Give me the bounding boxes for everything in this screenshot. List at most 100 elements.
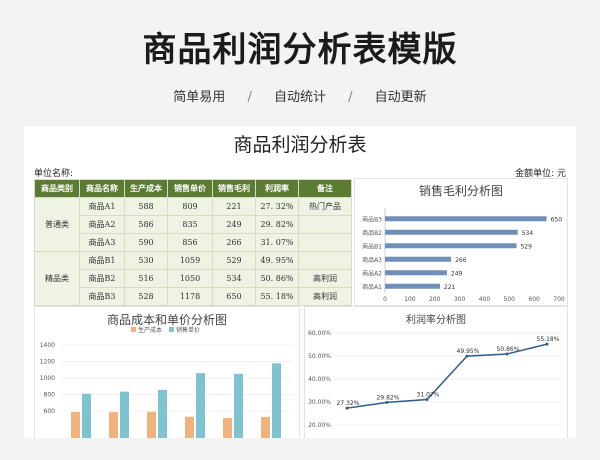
column-header: 销售毛利 bbox=[212, 179, 256, 198]
data-label: 27.32% bbox=[337, 400, 360, 407]
bar bbox=[82, 393, 91, 438]
unit-name-label: 单位名称: bbox=[34, 169, 74, 179]
profit-rate-line-chart: 60.00% 50.00% 40.00% 30.00% 20.00% 27.32% 29.8… bbox=[308, 330, 561, 429]
category-label: 商品A3 bbox=[362, 256, 382, 264]
table-row: 普通类 商品A1 588 809 221 27. 32% 热门产品 bbox=[34, 197, 352, 252]
data-label: 49.95% bbox=[457, 348, 480, 355]
cost-price-bar-chart: 生产成本 销售单价 1400 1200 1000 800 600 bbox=[40, 326, 293, 438]
bar bbox=[385, 270, 447, 276]
data-label: 50.86% bbox=[497, 346, 520, 353]
table-row: 商品B2 516 1050 534 50. 86% 高利润 bbox=[35, 269, 352, 288]
table-cell: 1050 bbox=[167, 269, 213, 288]
table-cell: 高利润 bbox=[298, 287, 352, 306]
bar bbox=[385, 283, 440, 289]
column-header: 商品名称 bbox=[79, 179, 125, 198]
page-title: 商品利润分析表模版 bbox=[142, 30, 458, 70]
table-cell: 809 bbox=[167, 197, 213, 216]
table-cell: 1178 bbox=[167, 287, 213, 306]
table-cell: 商品B1 bbox=[79, 251, 125, 270]
table-cell: 高利润 bbox=[298, 269, 352, 288]
feature-tag: 简单易用 bbox=[173, 90, 226, 105]
table-cell: 266 bbox=[212, 233, 256, 252]
bar bbox=[385, 256, 452, 262]
category-label: 商品A1 bbox=[362, 283, 382, 291]
table-cell: 商品A1 bbox=[79, 197, 125, 216]
table-row: 商品B3 528 1178 650 55. 18% 高利润 bbox=[35, 287, 352, 306]
tick-label: 300 bbox=[454, 296, 466, 303]
table-cell: 534 bbox=[212, 269, 256, 288]
data-label: 221 bbox=[444, 284, 456, 291]
tick-label: 200 bbox=[429, 296, 441, 303]
table-cell: 商品B2 bbox=[79, 269, 125, 288]
table-row: 商品A3 590 856 266 31. 07% bbox=[35, 233, 352, 252]
category-label: 商品A2 bbox=[362, 269, 382, 277]
profit-rate-chart-panel: 利润率分析图 60.00% 50.00% 40.00% 30.00% 20.00% 27.… bbox=[304, 306, 568, 438]
data-label: 31.07% bbox=[417, 392, 440, 399]
data-label: 534 bbox=[522, 230, 534, 237]
tick-label: 1400 bbox=[40, 342, 55, 349]
table-cell: 商品B3 bbox=[79, 287, 125, 306]
bar bbox=[385, 216, 547, 222]
tag-separator: / bbox=[348, 90, 353, 105]
table-cell: 50. 86% bbox=[255, 269, 299, 288]
data-label: 266 bbox=[455, 257, 467, 264]
table-row: 精品类 商品B1 530 1059 529 49. 95% bbox=[34, 251, 352, 306]
category-label: 商品B2 bbox=[362, 229, 382, 237]
table-cell: 650 bbox=[212, 287, 256, 306]
bar bbox=[158, 389, 167, 438]
table-cell: 516 bbox=[124, 269, 168, 288]
tick-label: 600 bbox=[528, 296, 540, 303]
bar bbox=[385, 229, 518, 235]
tick-label: 400 bbox=[479, 296, 491, 303]
table-cell: 856 bbox=[167, 233, 213, 252]
table-cell: 热门产品 bbox=[298, 197, 352, 216]
bar bbox=[185, 416, 194, 438]
table-row: 商品A2 586 835 249 29. 82% bbox=[35, 215, 352, 234]
column-header: 商品类别 bbox=[34, 179, 80, 198]
margin-bar-chart: 商品B3 650 商品B2 534 商品B1 529 商品A3 266 商品A2 249 商品A1 2… bbox=[362, 208, 565, 303]
tick-label: 800 bbox=[44, 392, 56, 399]
column-header: 备注 bbox=[298, 179, 352, 198]
feature-tag: 自动更新 bbox=[374, 90, 427, 105]
data-label: 529 bbox=[520, 243, 532, 250]
table-cell: 1059 bbox=[167, 251, 213, 270]
category-cell: 精品类 bbox=[34, 251, 80, 306]
table-cell: 49. 95% bbox=[255, 251, 299, 270]
category-cell: 普通类 bbox=[34, 197, 80, 252]
bar bbox=[109, 412, 118, 438]
table-cell bbox=[298, 233, 352, 252]
data-label: 29.82% bbox=[377, 394, 400, 401]
tick-label: 700 bbox=[553, 296, 565, 303]
tick-label: 20.00% bbox=[308, 422, 331, 429]
table-cell bbox=[298, 215, 352, 234]
tick-label: 0 bbox=[383, 296, 387, 303]
tick-label: 600 bbox=[44, 408, 56, 415]
legend-swatch bbox=[169, 327, 174, 332]
bar bbox=[223, 417, 232, 438]
data-label: 249 bbox=[451, 270, 463, 277]
tick-label: 30.00% bbox=[308, 399, 331, 406]
column-header: 生产成本 bbox=[124, 179, 168, 198]
table-cell bbox=[298, 251, 352, 270]
tick-label: 100 bbox=[404, 296, 416, 303]
tick-label: 1200 bbox=[40, 359, 55, 366]
column-header: 销售单价 bbox=[167, 179, 213, 198]
bar bbox=[120, 391, 129, 438]
table-cell: 590 bbox=[124, 233, 168, 252]
table-header-row: 商品类别 商品名称 生产成本 销售单价 销售毛利 利润率 备注 bbox=[34, 179, 352, 198]
table-cell: 29. 82% bbox=[255, 215, 299, 234]
sheet-title: 商品利润分析表 bbox=[233, 134, 367, 156]
bar bbox=[261, 416, 270, 438]
bar bbox=[272, 363, 281, 438]
legend-label: 销售单价 bbox=[176, 326, 200, 334]
table-cell: 835 bbox=[167, 215, 213, 234]
data-label: 55.18% bbox=[537, 336, 560, 343]
tick-label: 60.00% bbox=[308, 330, 331, 337]
tick-label: 500 bbox=[504, 296, 516, 303]
table-cell: 商品A3 bbox=[79, 233, 125, 252]
feature-tags: 简单易用 / 自动统计 / 自动更新 bbox=[0, 86, 600, 105]
data-label: 650 bbox=[551, 216, 563, 223]
table-cell: 588 bbox=[124, 197, 168, 216]
table-cell: 31. 07% bbox=[255, 233, 299, 252]
profit-table: 商品类别 商品名称 生产成本 销售单价 销售毛利 利润率 备注 普通类 商品A1… bbox=[34, 179, 352, 306]
